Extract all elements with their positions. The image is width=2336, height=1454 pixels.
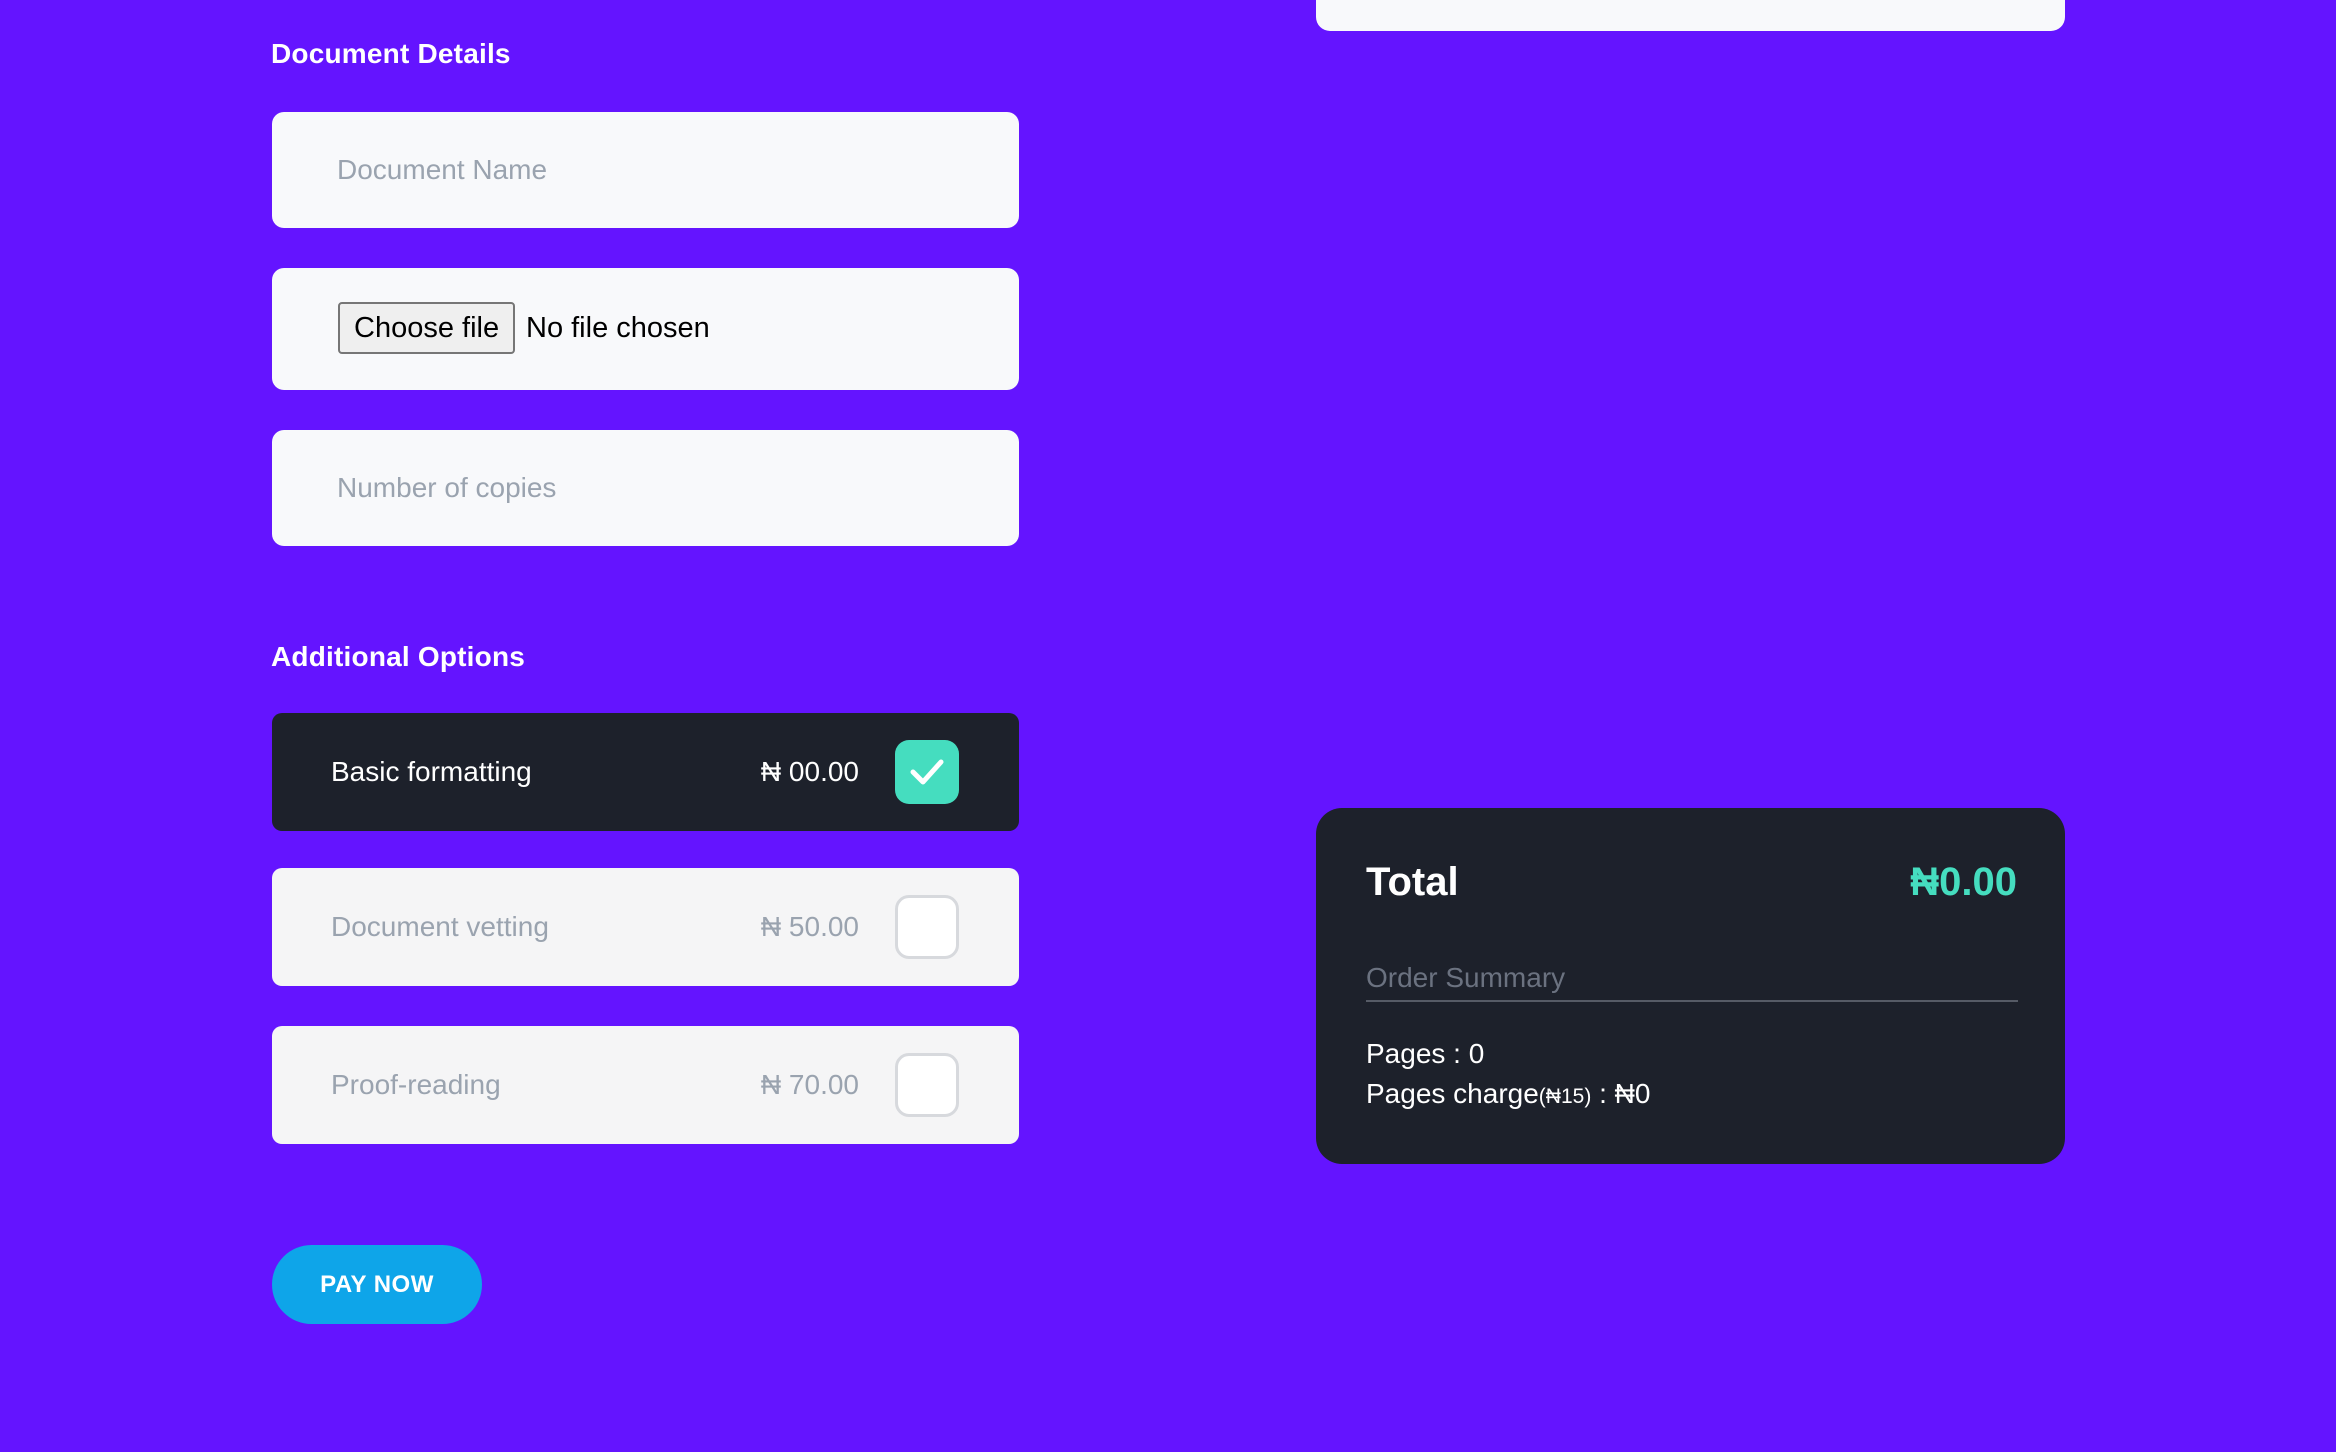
page-background: Document Details Choose file No file cho… [0,0,2336,1452]
option-label: Proof-reading [331,1069,501,1100]
pages-charge-rate: (₦15) [1538,1085,1592,1108]
document-details-heading: Document Details [271,38,511,69]
total-value: ₦0.00 [1910,860,2017,904]
document-name-field[interactable] [272,112,1019,228]
pages-charge-value: ₦0 [1614,1078,1651,1109]
order-summary-heading: Order Summary [1366,962,2018,1002]
option-price: ₦ 00.00 [760,756,859,787]
copies-input[interactable] [272,430,1019,546]
document-name-input[interactable] [272,112,1019,228]
option-document-vetting[interactable]: Document vetting ₦ 50.00 [272,868,1019,986]
option-price: ₦ 50.00 [760,911,859,942]
pay-now-button[interactable]: PAY NOW [272,1245,482,1324]
additional-options-heading: Additional Options [271,641,526,672]
option-checkbox[interactable] [895,740,959,804]
choose-file-button[interactable]: Choose file [338,302,516,354]
copies-field[interactable] [272,430,1019,546]
option-label: Basic formatting [331,756,532,787]
pages-line: Pages : 0 [1366,1038,1484,1070]
pages-charge-line: Pages charge(₦15) : ₦0 [1366,1078,1650,1110]
check-icon [910,759,944,785]
option-proof-reading[interactable]: Proof-reading ₦ 70.00 [272,1026,1019,1144]
pages-charge-label: Pages charge [1366,1078,1539,1109]
file-upload-field[interactable]: Choose file No file chosen [272,268,1019,390]
pages-label: Pages : [1366,1038,1469,1069]
option-checkbox[interactable] [895,895,959,959]
file-status-text: No file chosen [526,312,710,344]
top-card-edge [1316,0,2065,31]
option-basic-formatting[interactable]: Basic formatting ₦ 00.00 [272,713,1019,831]
order-summary-card: Total ₦0.00 Order Summary Pages : 0 Page… [1316,808,2065,1164]
option-checkbox[interactable] [895,1053,959,1117]
total-label: Total [1366,860,1459,904]
pages-charge-separator: : [1591,1078,1615,1109]
option-label: Document vetting [331,911,549,942]
option-price: ₦ 70.00 [760,1069,859,1100]
pages-value: 0 [1468,1038,1485,1069]
